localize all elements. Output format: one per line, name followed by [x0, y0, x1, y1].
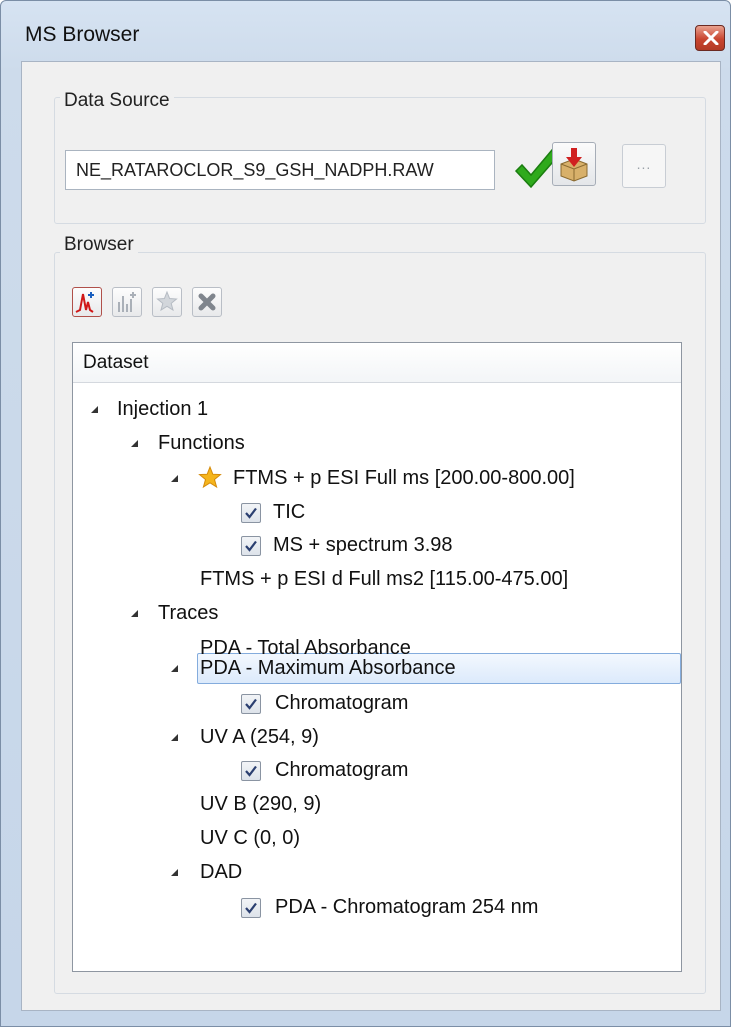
- expand-arrow-icon[interactable]: [171, 734, 178, 741]
- tree-row-functions[interactable]: Functions: [73, 427, 681, 460]
- checkmark-icon: [245, 540, 257, 552]
- import-icon: [560, 148, 588, 182]
- remove-button[interactable]: [192, 287, 222, 317]
- pda-chromatogram-checkbox[interactable]: [241, 898, 261, 918]
- browser-label: Browser: [60, 234, 138, 256]
- tree-row-ms-spectrum[interactable]: MS + spectrum 3.98: [73, 529, 681, 562]
- tree-row-label: FTMS + p ESI Full ms [200.00-800.00]: [233, 467, 575, 489]
- tree-row-chromatogram[interactable]: Chromatogram: [73, 754, 681, 787]
- tree-column-header[interactable]: Dataset: [73, 343, 681, 383]
- expand-arrow-icon[interactable]: [171, 665, 178, 672]
- client-area: Data Source NE_RATAROCLOR_S9_GSH_NADPH.R…: [21, 61, 721, 1011]
- chromatogram-icon: [75, 292, 94, 313]
- tree-row-label: TIC: [273, 501, 306, 523]
- tree-row-label: PDA - Chromatogram 254 nm: [275, 896, 539, 918]
- data-source-path-field[interactable]: NE_RATAROCLOR_S9_GSH_NADPH.RAW: [65, 150, 495, 190]
- add-chromatogram-button[interactable]: [72, 287, 102, 317]
- tree-row-uv-a[interactable]: UV A (254, 9): [73, 721, 681, 754]
- tree-row-label: FTMS + p ESI d Full ms2 [115.00-475.00]: [200, 568, 569, 590]
- tree-row-label: Chromatogram: [275, 759, 409, 781]
- expand-arrow-icon[interactable]: [171, 475, 178, 482]
- star-icon: [198, 465, 222, 489]
- expand-arrow-icon[interactable]: [131, 440, 138, 447]
- tree-row-label: DAD: [200, 861, 243, 883]
- tree-row-injection-1[interactable]: Injection 1: [73, 393, 681, 426]
- browse-button-label: ...: [636, 156, 652, 172]
- expand-arrow-icon[interactable]: [131, 610, 138, 617]
- dataset-tree[interactable]: Dataset Injection 1 Functions FTMS + p E…: [72, 342, 682, 972]
- tree-row-label: Functions: [158, 432, 245, 454]
- ms-spectrum-checkbox[interactable]: [241, 536, 261, 556]
- tree-row-pda-maximum[interactable]: PDA - Maximum Absorbance: [73, 652, 681, 685]
- chromatogram-checkbox[interactable]: [241, 694, 261, 714]
- checkmark-icon: [245, 698, 257, 710]
- close-button[interactable]: [695, 25, 725, 51]
- ms-browser-window: MS Browser Data Source NE_RATAROCLOR_S9_…: [0, 0, 731, 1027]
- tree-row-label: Chromatogram: [275, 692, 409, 714]
- tree-row-pda-chromatogram-254[interactable]: PDA - Chromatogram 254 nm: [73, 891, 681, 924]
- tree-row-ftms-ms2[interactable]: FTMS + p ESI d Full ms2 [115.00-475.00]: [73, 563, 681, 596]
- import-button[interactable]: [552, 142, 596, 186]
- checkmark-icon: [245, 765, 257, 777]
- dataset-header-label: Dataset: [83, 352, 149, 373]
- tree-row-label: PDA - Maximum Absorbance: [200, 657, 456, 679]
- checkmark-icon: [245, 507, 257, 519]
- checkmark-icon: [245, 902, 257, 914]
- expand-arrow-icon[interactable]: [91, 406, 98, 413]
- close-icon: [703, 31, 719, 45]
- tree-row-label: UV B (290, 9): [200, 793, 322, 815]
- tree-row-label: UV A (254, 9): [200, 726, 319, 748]
- browse-button[interactable]: ...: [622, 144, 666, 188]
- expand-arrow-icon[interactable]: [171, 869, 178, 876]
- tree-row-tic[interactable]: TIC: [73, 496, 681, 529]
- add-spectrum-button[interactable]: [112, 287, 142, 317]
- chromatogram-checkbox[interactable]: [241, 761, 261, 781]
- tree-row-uv-b[interactable]: UV B (290, 9): [73, 788, 681, 821]
- favorite-button[interactable]: [152, 287, 182, 317]
- tree-row-uv-c[interactable]: UV C (0, 0): [73, 822, 681, 855]
- tree-row-label: UV C (0, 0): [200, 827, 301, 849]
- tree-row-label: Traces: [158, 602, 219, 624]
- delete-icon: [198, 293, 216, 311]
- tree-row-chromatogram[interactable]: Chromatogram: [73, 687, 681, 720]
- window-title: MS Browser: [25, 23, 140, 46]
- star-icon: [156, 290, 178, 312]
- tree-row-label: MS + spectrum 3.98: [273, 534, 453, 556]
- tic-checkbox[interactable]: [241, 503, 261, 523]
- tree-row-traces[interactable]: Traces: [73, 597, 681, 630]
- title-bar[interactable]: MS Browser: [1, 1, 730, 61]
- tree-row-label: Injection 1: [117, 398, 209, 420]
- tree-row-dad[interactable]: DAD: [73, 856, 681, 889]
- tree-row-ftms-full-ms[interactable]: FTMS + p ESI Full ms [200.00-800.00]: [73, 462, 681, 495]
- spectrum-icon: [118, 292, 136, 312]
- data-source-label: Data Source: [60, 90, 174, 112]
